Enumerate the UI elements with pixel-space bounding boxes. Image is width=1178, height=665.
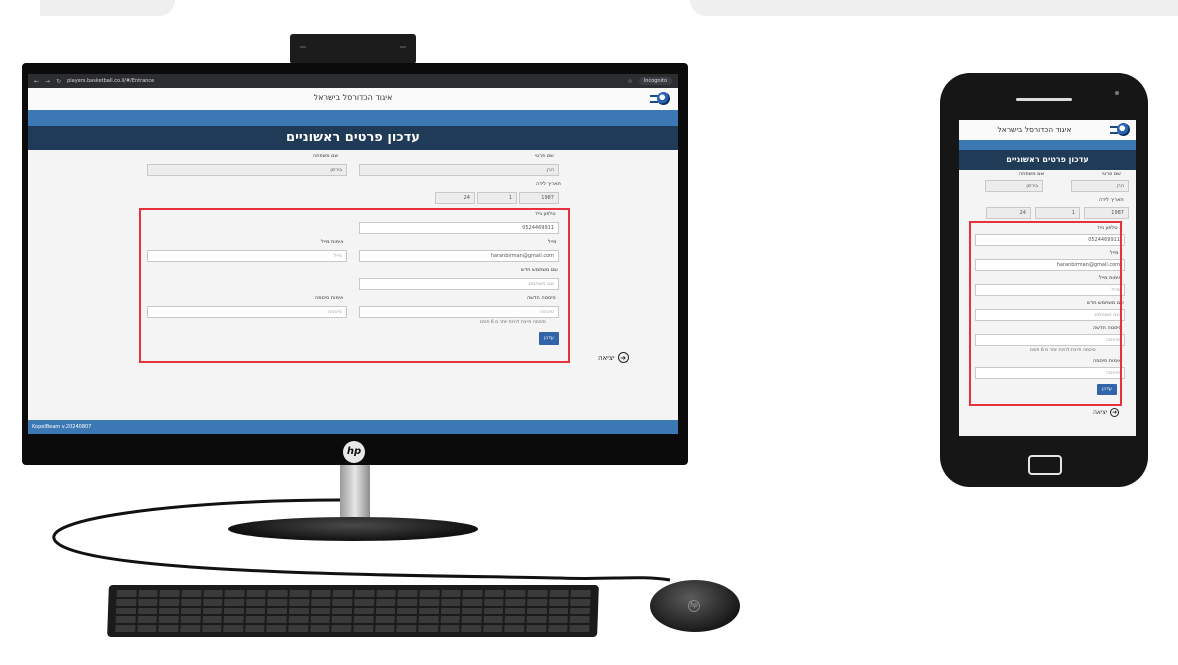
arrow-right-icon[interactable]: ➜ — [1110, 408, 1120, 417]
mobile-first-name-label: שם פרטי — [1102, 171, 1121, 177]
mobile-screen: איגוד הכדורסל בישראל עדכון פרטים ראשוניי… — [959, 120, 1136, 436]
mobile-site-title: איגוד הכדורסל בישראל — [997, 125, 1072, 134]
mobile-dob-day-field[interactable]: 24 — [986, 207, 1031, 219]
basketball-logo-icon[interactable] — [1110, 123, 1130, 137]
phone-camera — [1115, 91, 1119, 95]
mobile-exit-link[interactable]: יציאה ➜ — [1093, 408, 1120, 417]
mobile-dob-month-field[interactable]: 1 — [1035, 207, 1080, 219]
mobile-site-header: איגוד הכדורסל בישראל — [959, 120, 1136, 140]
mobile-nav-bar — [959, 140, 1136, 150]
mobile-last-name-label: שם משפחה — [1019, 171, 1045, 177]
mobile-details-form: שם פרטי שם משפחה הרן בירמן תאריך לידה 19… — [959, 170, 1136, 436]
mobile-dob-year-field[interactable]: 1987 — [1084, 207, 1129, 219]
mobile-page-title: עדכון פרטים ראשוניים — [959, 150, 1136, 170]
keyboard — [107, 585, 599, 637]
mobile-highlight-box — [969, 221, 1122, 406]
scene: ← → ↻ players.basketball.co.il/#/Entranc… — [0, 0, 1178, 665]
mobile-dob-label: תאריך לידה — [1099, 197, 1124, 203]
phone-home-button[interactable] — [1028, 455, 1062, 475]
keyboard-keys — [115, 590, 591, 632]
hp-mouse-logo: hp — [688, 600, 700, 612]
mobile-exit-label: יציאה — [1093, 409, 1108, 416]
phone-speaker — [1016, 98, 1072, 101]
mobile-first-name-field[interactable]: הרן — [1071, 180, 1129, 192]
mobile-last-name-field[interactable]: בירמן — [985, 180, 1043, 192]
mouse: hp — [650, 580, 740, 632]
